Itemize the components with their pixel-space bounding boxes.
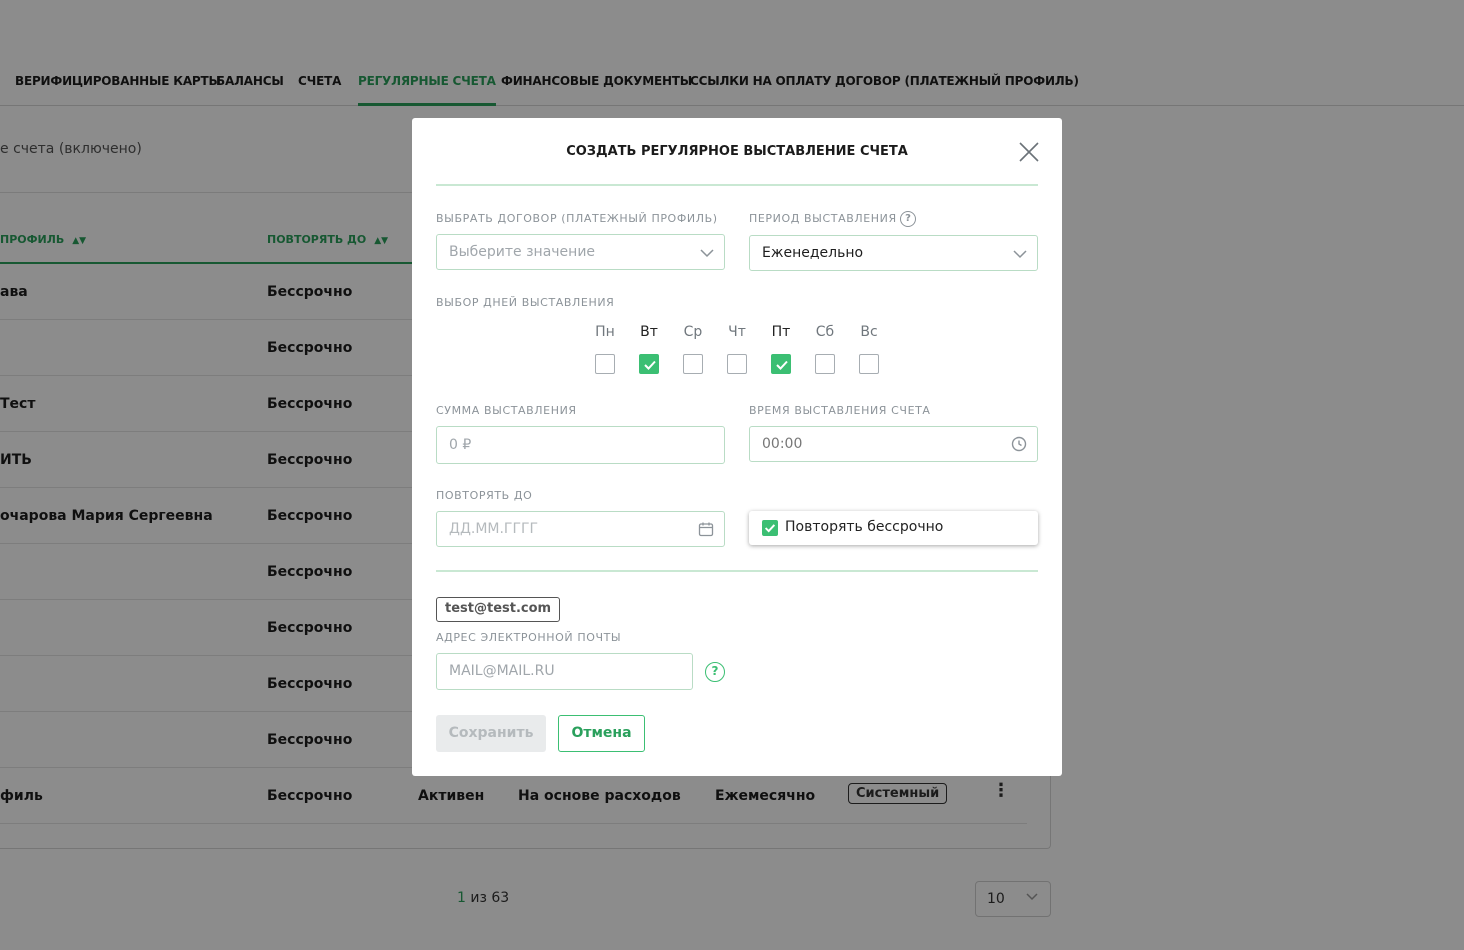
amount-input[interactable]: 0 ₽ (436, 426, 725, 464)
days-label: ВЫБОР ДНЕЙ ВЫСТАВЛЕНИЯ (436, 296, 615, 309)
contract-select[interactable]: Выберите значение (436, 234, 725, 270)
day-label-tue: Вт (640, 324, 658, 340)
divider (436, 570, 1038, 572)
help-icon[interactable]: ? (705, 662, 725, 682)
day-checkbox-tue[interactable] (639, 354, 659, 374)
check-icon (776, 360, 788, 370)
amount-placeholder: 0 ₽ (449, 437, 472, 453)
period-value: Еженедельно (762, 245, 864, 261)
chevron-down-icon (700, 246, 714, 262)
until-placeholder: ДД.ММ.ГГГГ (449, 521, 539, 537)
time-input[interactable]: 00:00 (749, 426, 1038, 462)
contract-label: ВЫБРАТЬ ДОГОВОР (ПЛАТЕЖНЫЙ ПРОФИЛЬ) (436, 212, 718, 225)
day-checkbox-wed[interactable] (683, 354, 703, 374)
day-label-sat: Сб (815, 324, 835, 340)
email-placeholder: MAIL@MAIL.RU (449, 663, 555, 679)
until-date-input[interactable]: ДД.ММ.ГГГГ (436, 511, 725, 547)
period-label: ПЕРИОД ВЫСТАВЛЕНИЯ (749, 212, 897, 225)
time-label: ВРЕМЯ ВЫСТАВЛЕНИЯ СЧЕТА (749, 404, 931, 417)
day-label-wed: Ср (683, 324, 703, 340)
day-checkbox-fri[interactable] (771, 354, 791, 374)
day-checkbox-sat[interactable] (815, 354, 835, 374)
email-input[interactable]: MAIL@MAIL.RU (436, 653, 693, 690)
help-icon[interactable]: ? (900, 211, 916, 227)
amount-label: СУММА ВЫСТАВЛЕНИЯ (436, 404, 577, 417)
day-checkbox-thu[interactable] (727, 354, 747, 374)
create-regular-invoice-modal: СОЗДАТЬ РЕГУЛЯРНОЕ ВЫСТАВЛЕНИЕ СЧЕТА ВЫБ… (412, 118, 1062, 776)
period-select[interactable]: Еженедельно (749, 235, 1038, 271)
modal-title: СОЗДАТЬ РЕГУЛЯРНОЕ ВЫСТАВЛЕНИЕ СЧЕТА (566, 144, 908, 159)
day-label-mon: Пн (595, 324, 615, 340)
repeat-forever-checkbox[interactable] (762, 520, 778, 536)
day-label-fri: Пт (771, 324, 791, 340)
until-label: ПОВТОРЯТЬ ДО (436, 489, 533, 502)
time-value: 00:00 (762, 436, 803, 452)
email-chip[interactable]: test@test.com (436, 597, 561, 622)
repeat-forever-label: Повторять бессрочно (785, 519, 944, 535)
cancel-button[interactable]: Отмена (558, 715, 645, 752)
clock-icon[interactable] (1011, 436, 1027, 456)
day-checkbox-mon[interactable] (595, 354, 615, 374)
close-icon[interactable] (1017, 140, 1041, 164)
day-label-sun: Вс (860, 324, 878, 340)
email-label: АДРЕС ЭЛЕКТРОННОЙ ПОЧТЫ (436, 631, 622, 644)
contract-placeholder: Выберите значение (449, 244, 596, 260)
day-label-thu: Чт (728, 324, 746, 340)
check-icon (644, 360, 656, 370)
chevron-down-icon (1013, 247, 1027, 263)
check-icon (764, 524, 776, 533)
divider (436, 184, 1038, 186)
repeat-forever-option[interactable]: Повторять бессрочно (749, 511, 1038, 545)
calendar-icon[interactable] (698, 521, 714, 541)
save-button[interactable]: Сохранить (436, 715, 546, 752)
day-checkbox-sun[interactable] (859, 354, 879, 374)
